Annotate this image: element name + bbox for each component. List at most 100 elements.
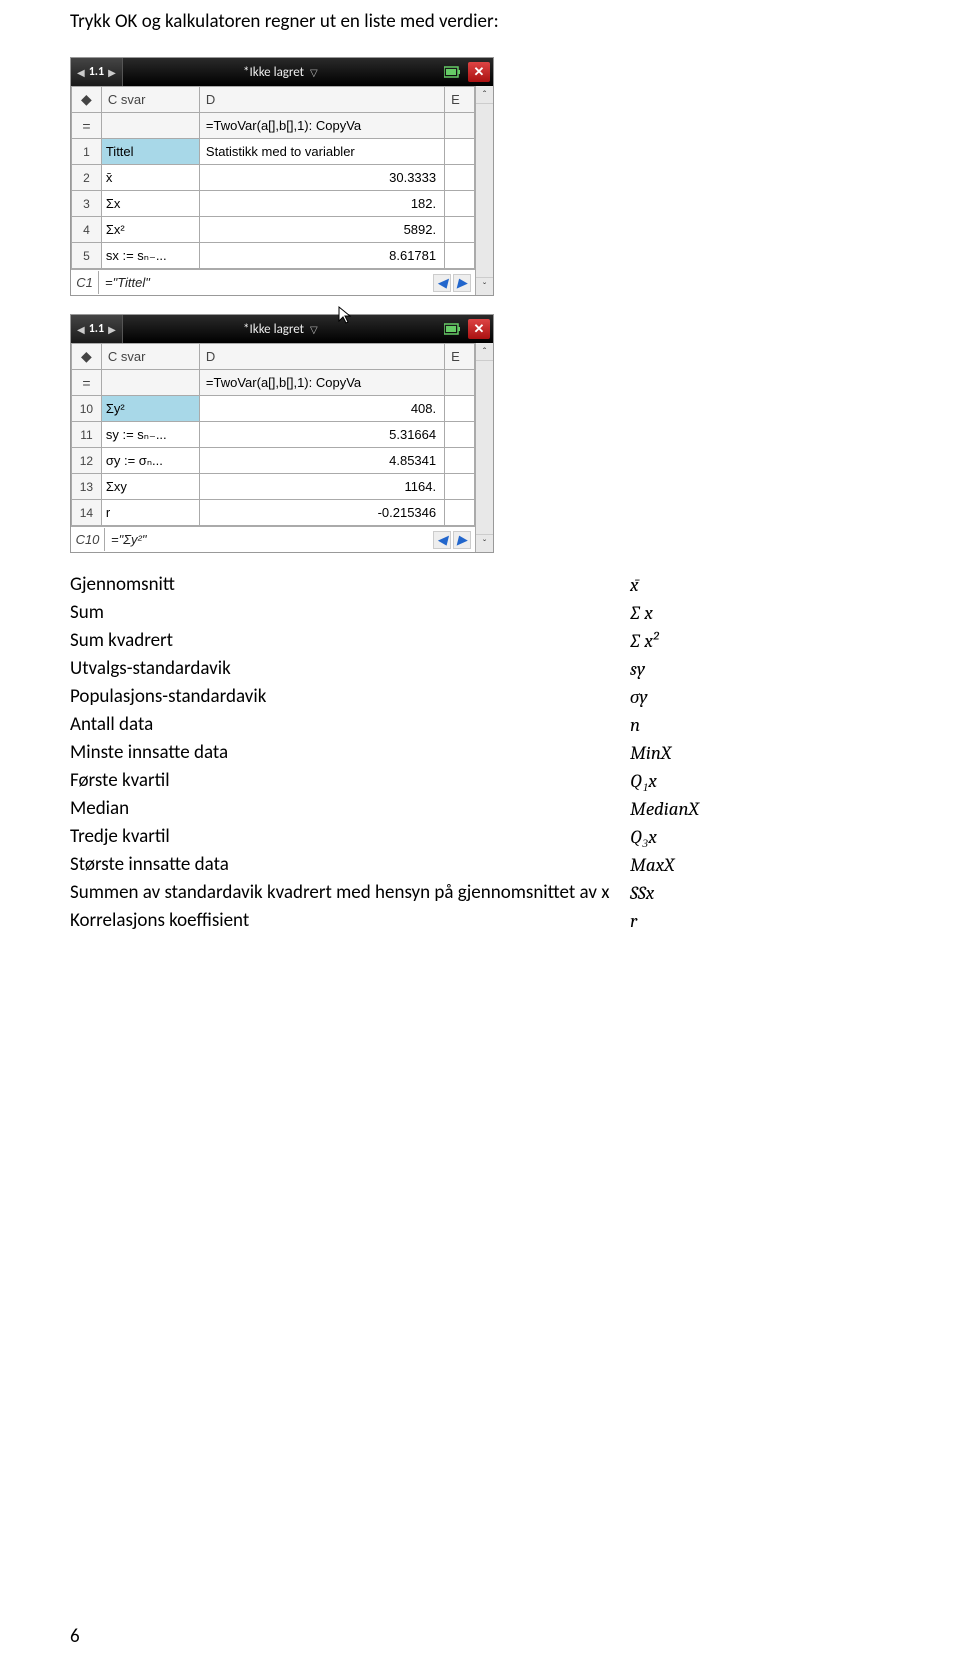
col-header-e[interactable]: E bbox=[445, 87, 475, 113]
definition-row: Første kvartilQ₁x bbox=[70, 767, 890, 795]
table-row[interactable]: 14r-0.215346 bbox=[72, 500, 475, 526]
close-button[interactable]: ✕ bbox=[468, 62, 490, 82]
window-title[interactable]: *Ikke lagret ▽ bbox=[123, 65, 438, 80]
scroll-up-button[interactable]: ˆ bbox=[476, 343, 493, 361]
cell-d[interactable]: 30.3333 bbox=[199, 165, 444, 191]
cell-c[interactable]: Σx bbox=[101, 191, 199, 217]
cell-ref-value[interactable]: ="Tittel" bbox=[99, 275, 433, 290]
row-header[interactable]: 14 bbox=[72, 500, 102, 526]
spreadsheet[interactable]: ◆ C svar D E = =TwoVar(a[],b[],1): CopyV… bbox=[71, 86, 475, 269]
cell-e[interactable] bbox=[445, 422, 475, 448]
definition-label: Første kvartil bbox=[70, 767, 630, 795]
cell-c[interactable]: Σxy bbox=[101, 474, 199, 500]
cell-e[interactable] bbox=[445, 217, 475, 243]
cell-e[interactable] bbox=[445, 500, 475, 526]
col-header-d[interactable]: D bbox=[199, 344, 444, 370]
scroll-left-button[interactable]: ◀ bbox=[433, 274, 451, 292]
row-header[interactable]: 11 bbox=[72, 422, 102, 448]
row-header[interactable]: 10 bbox=[72, 396, 102, 422]
definition-row: Korrelasjons koeffisientr bbox=[70, 907, 890, 935]
table-row[interactable]: 5sx := sₙ₋...8.61781 bbox=[72, 243, 475, 269]
col-header-c[interactable]: C svar bbox=[101, 87, 199, 113]
page-number: 6 bbox=[70, 1625, 80, 1648]
spreadsheet[interactable]: ◆ C svar D E = =TwoVar(a[],b[],1): CopyV… bbox=[71, 343, 475, 526]
cell-e[interactable] bbox=[445, 474, 475, 500]
cell-d[interactable]: 408. bbox=[199, 396, 444, 422]
formula-cell[interactable]: =TwoVar(a[],b[],1): CopyVa bbox=[199, 113, 444, 139]
definition-row: Utvalgs-standardaviksy bbox=[70, 655, 890, 683]
formula-icon: = bbox=[72, 370, 102, 396]
table-row[interactable]: 1TittelStatistikk med to variabler bbox=[72, 139, 475, 165]
cell-d[interactable]: 8.61781 bbox=[199, 243, 444, 269]
tab-button[interactable]: ◀ 1.1 ▶ bbox=[71, 58, 123, 86]
cell-e[interactable] bbox=[445, 396, 475, 422]
row-header[interactable]: 2 bbox=[72, 165, 102, 191]
cell-c[interactable]: r bbox=[101, 500, 199, 526]
table-row[interactable]: 2x̄30.3333 bbox=[72, 165, 475, 191]
scroll-right-button[interactable]: ▶ bbox=[453, 531, 471, 549]
scroll-left-button[interactable]: ◀ bbox=[433, 531, 451, 549]
formula-cell[interactable]: =TwoVar(a[],b[],1): CopyVa bbox=[199, 370, 444, 396]
table-row[interactable]: 4Σx²5892. bbox=[72, 217, 475, 243]
cell-c[interactable]: Σx² bbox=[101, 217, 199, 243]
definition-label: Gjennomsnitt bbox=[70, 571, 630, 599]
definition-symbol: ∑ x bbox=[630, 599, 653, 627]
definition-row: Tredje kvartilQ₃x bbox=[70, 823, 890, 851]
definition-label: Sum bbox=[70, 599, 630, 627]
cell-c[interactable]: sy := sₙ₋... bbox=[101, 422, 199, 448]
cell-e[interactable] bbox=[445, 139, 475, 165]
close-button[interactable]: ✕ bbox=[468, 319, 490, 339]
chevron-left-icon: ◀ bbox=[77, 323, 85, 336]
col-header-d[interactable]: D bbox=[199, 87, 444, 113]
row-header[interactable]: 1 bbox=[72, 139, 102, 165]
col-header-e[interactable]: E bbox=[445, 344, 475, 370]
battery-icon bbox=[444, 322, 462, 336]
scroll-up-button[interactable]: ˆ bbox=[476, 86, 493, 104]
column-header-row: ◆ C svar D E bbox=[72, 344, 475, 370]
cell-c[interactable]: Tittel bbox=[101, 139, 199, 165]
cell-e[interactable] bbox=[445, 165, 475, 191]
cell-ref-label: C10 bbox=[71, 528, 105, 551]
cell-e[interactable] bbox=[445, 448, 475, 474]
cell-ref-label: C1 bbox=[71, 271, 99, 294]
calc-window-1: ◀ 1.1 ▶ *Ikke lagret ▽ ✕ ◆ C svar D E bbox=[70, 57, 494, 296]
titlebar: ◀ 1.1 ▶ *Ikke lagret ▽ ✕ bbox=[71, 315, 493, 343]
cell-d[interactable]: -0.215346 bbox=[199, 500, 444, 526]
cell-c[interactable]: Σy² bbox=[101, 396, 199, 422]
table-row[interactable]: 11sy := sₙ₋...5.31664 bbox=[72, 422, 475, 448]
scroll-right-button[interactable]: ▶ bbox=[453, 274, 471, 292]
row-header[interactable]: 3 bbox=[72, 191, 102, 217]
definition-symbol: x̄ bbox=[630, 571, 638, 599]
scroll-down-button[interactable]: ˇ bbox=[476, 534, 493, 552]
col-header-c[interactable]: C svar bbox=[101, 344, 199, 370]
cell-e[interactable] bbox=[445, 243, 475, 269]
table-row[interactable]: 13Σxy1164. bbox=[72, 474, 475, 500]
cell-d[interactable]: 5.31664 bbox=[199, 422, 444, 448]
definition-row: Minste innsatte dataMinX bbox=[70, 739, 890, 767]
cell-c[interactable]: σy := σₙ... bbox=[101, 448, 199, 474]
cell-c[interactable]: sx := sₙ₋... bbox=[101, 243, 199, 269]
window-title[interactable]: *Ikke lagret ▽ bbox=[123, 322, 438, 337]
table-row[interactable]: 10Σy²408. bbox=[72, 396, 475, 422]
row-header[interactable]: 13 bbox=[72, 474, 102, 500]
cell-d[interactable]: Statistikk med to variabler bbox=[199, 139, 444, 165]
cell-e[interactable] bbox=[445, 191, 475, 217]
scroll-down-button[interactable]: ˇ bbox=[476, 277, 493, 295]
table-row[interactable]: 12σy := σₙ...4.85341 bbox=[72, 448, 475, 474]
row-header[interactable]: 4 bbox=[72, 217, 102, 243]
chevron-down-icon: ˇ bbox=[482, 537, 486, 550]
row-header[interactable]: 12 bbox=[72, 448, 102, 474]
cell-d[interactable]: 4.85341 bbox=[199, 448, 444, 474]
cell-d[interactable]: 1164. bbox=[199, 474, 444, 500]
definition-symbol: MaxX bbox=[630, 851, 674, 879]
title-text: *Ikke lagret bbox=[243, 65, 304, 80]
table-row[interactable]: 3Σx182. bbox=[72, 191, 475, 217]
cell-ref-value[interactable]: ="Σy²" bbox=[105, 532, 433, 547]
cell-d[interactable]: 5892. bbox=[199, 217, 444, 243]
tab-button[interactable]: ◀ 1.1 ▶ bbox=[71, 315, 123, 343]
definition-row: Populasjons-standardavikσy bbox=[70, 683, 890, 711]
cell-d[interactable]: 182. bbox=[199, 191, 444, 217]
definition-label: Summen av standardavik kvadrert med hens… bbox=[70, 879, 630, 907]
cell-c[interactable]: x̄ bbox=[101, 165, 199, 191]
row-header[interactable]: 5 bbox=[72, 243, 102, 269]
